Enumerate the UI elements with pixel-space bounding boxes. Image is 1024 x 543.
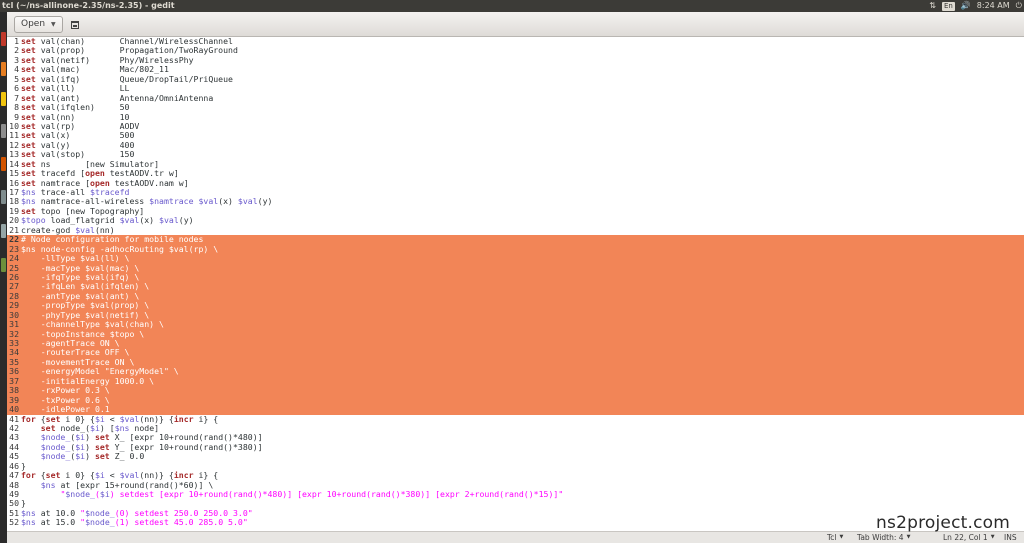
code-text: "$node_($i) setdest [expr 10+round(rand(… bbox=[60, 489, 564, 499]
code-line[interactable]: 20 $topo load_flatgrid $val(x) $val(y) bbox=[7, 215, 1024, 225]
code-line[interactable]: 9 set val(nn) 10 bbox=[7, 112, 1024, 122]
launcher-app-icon[interactable] bbox=[1, 224, 6, 238]
code-line[interactable]: 38 -rxPower 0.3 \ bbox=[7, 385, 1024, 396]
clock[interactable]: 8:24 AM bbox=[977, 0, 1010, 12]
insert-mode-label: INS bbox=[1004, 533, 1017, 542]
chevron-down-icon: ▼ bbox=[906, 534, 911, 540]
launcher-app-icon[interactable] bbox=[1, 124, 6, 138]
code-line[interactable]: 37 -initialEnergy 1000.0 \ bbox=[7, 376, 1024, 387]
top-panel: tcl (~/ns-allinone-2.35/ns-2.35) - gedit… bbox=[0, 0, 1024, 12]
network-arrows-icon[interactable]: ⇅ bbox=[929, 0, 936, 12]
code-text: $node_($i) set Z_ 0.0 bbox=[40, 451, 145, 462]
code-line[interactable]: 10 set val(rp) AODV bbox=[7, 121, 1024, 131]
code-line[interactable]: 44 $node_($i) set Y_ [expr 10+round(rand… bbox=[7, 442, 1024, 452]
code-line[interactable]: 31 -channelType $val(chan) \ bbox=[7, 319, 1024, 330]
speaker-icon[interactable]: 🔊 bbox=[961, 0, 971, 12]
code-line[interactable]: 5 set val(ifq) Queue/DropTail/PriQueue bbox=[7, 74, 1024, 84]
tab-width-selector[interactable]: Tab Width: 4 ▼ bbox=[857, 532, 910, 543]
watermark: ns2project.com bbox=[876, 513, 1010, 533]
code-line[interactable]: 26 -ifqType $val(ifq) \ bbox=[7, 272, 1024, 283]
code-line[interactable]: 39 -txPower 0.6 \ bbox=[7, 395, 1024, 406]
code-text: $ns at 15.0 "$node_(1) setdest 45.0 285.… bbox=[21, 517, 248, 528]
open-button[interactable]: Open ▼ bbox=[14, 16, 63, 33]
code-line[interactable]: 52 $ns at 15.0 "$node_(1) setdest 45.0 28… bbox=[7, 517, 1024, 528]
launcher-app-icon[interactable] bbox=[1, 62, 6, 76]
code-line[interactable]: 41 for {set i 0} {$i < $val(nn)} {incr i}… bbox=[7, 414, 1024, 424]
code-line[interactable]: 29 -propType $val(prop) \ bbox=[7, 300, 1024, 311]
code-line[interactable]: 7 set val(ant) Antenna/OmniAntenna bbox=[7, 93, 1024, 103]
code-line[interactable]: 32 -topoInstance $topo \ bbox=[7, 329, 1024, 339]
code-line[interactable]: 36 -energyModel "EnergyModel" \ bbox=[7, 366, 1024, 377]
tab-width-label: Tab Width: 4 bbox=[857, 533, 904, 542]
launcher-app-icon[interactable] bbox=[1, 92, 6, 106]
chevron-down-icon: ▼ bbox=[51, 21, 56, 28]
code-line[interactable]: 45 $node_($i) set Z_ 0.0 bbox=[7, 451, 1024, 462]
language-label: Tcl bbox=[827, 533, 837, 542]
text-editor[interactable]: 1 set val(chan) Channel/WirelessChannel 2 s… bbox=[7, 37, 1024, 531]
launcher-app-icon[interactable] bbox=[1, 32, 6, 46]
insert-mode: INS bbox=[1004, 532, 1017, 543]
cursor-position[interactable]: Ln 22, Col 1 ▼ bbox=[943, 532, 995, 543]
code-line[interactable]: 25 -macType $val(mac) \ bbox=[7, 263, 1024, 273]
document-icon bbox=[71, 20, 79, 29]
launcher bbox=[0, 12, 7, 543]
chevron-down-icon: ▼ bbox=[839, 534, 844, 540]
status-bar: Tcl ▼ Tab Width: 4 ▼ Ln 22, Col 1 ▼ INS bbox=[7, 531, 1024, 543]
launcher-app-icon[interactable] bbox=[1, 157, 6, 171]
code-line[interactable]: 13 set val(stop) 150 bbox=[7, 149, 1024, 159]
cursor-position-label: Ln 22, Col 1 bbox=[943, 533, 988, 542]
code-line[interactable]: 11 set val(x) 500 bbox=[7, 130, 1024, 140]
code-line[interactable]: 18 $ns namtrace-all-wireless $namtrace $v… bbox=[7, 196, 1024, 206]
gedit-header-bar: Open ▼ bbox=[7, 12, 1024, 37]
code-line[interactable]: 24 -llType $val(ll) \ bbox=[7, 253, 1024, 264]
code-line[interactable]: 27 -ifqLen $val(ifqlen) \ bbox=[7, 281, 1024, 292]
new-document-button[interactable] bbox=[65, 16, 85, 33]
chevron-down-icon: ▼ bbox=[990, 534, 995, 540]
launcher-app-icon[interactable] bbox=[1, 190, 6, 204]
code-line[interactable]: 33 -agentTrace ON \ bbox=[7, 338, 1024, 349]
keyboard-indicator[interactable]: En bbox=[941, 1, 955, 11]
code-line[interactable]: 34 -routerTrace OFF \ bbox=[7, 347, 1024, 358]
language-selector[interactable]: Tcl ▼ bbox=[827, 532, 843, 543]
line-number: 52 bbox=[9, 517, 19, 528]
code-line[interactable]: 28 -antType $val(ant) \ bbox=[7, 291, 1024, 302]
code-line[interactable]: 49 "$node_($i) setdest [expr 10+round(ra… bbox=[7, 489, 1024, 499]
open-button-label: Open bbox=[21, 19, 46, 29]
code-line[interactable]: 16 set namtrace [open testAODV.nam w] bbox=[7, 178, 1024, 188]
window-title: tcl (~/ns-allinone-2.35/ns-2.35) - gedit bbox=[2, 1, 175, 10]
power-icon[interactable]: ⏻ bbox=[1016, 0, 1022, 12]
code-line[interactable]: 23 $ns node-config -adhocRouting $val(rp)… bbox=[7, 244, 1024, 255]
system-tray: ⇅ En 🔊 8:24 AM ⏻ bbox=[929, 0, 1022, 12]
launcher-app-icon[interactable] bbox=[1, 258, 6, 272]
code-line[interactable]: 12 set val(y) 400 bbox=[7, 140, 1024, 150]
code-line[interactable]: 8 set val(ifqlen) 50 bbox=[7, 102, 1024, 112]
